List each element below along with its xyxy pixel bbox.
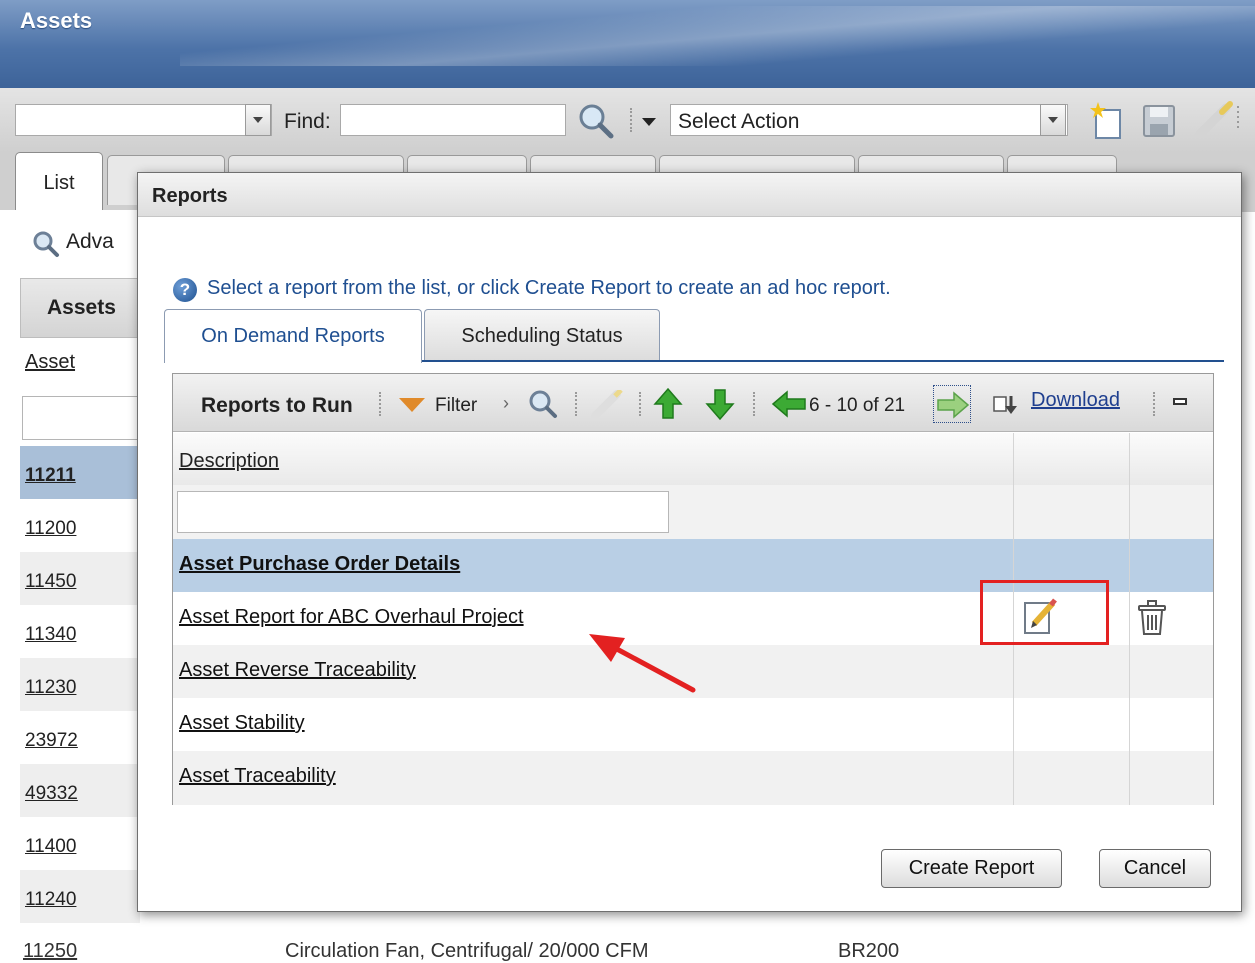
asset-row[interactable]: 11230 (20, 658, 140, 711)
asset-id[interactable]: 11211 (25, 465, 76, 486)
separator (630, 108, 632, 132)
separator (1153, 392, 1155, 416)
report-row[interactable]: Asset Traceability (173, 751, 1213, 805)
download-icon[interactable] (993, 394, 1019, 416)
cancel-button[interactable]: Cancel (1099, 849, 1211, 888)
assets-section-header: Assets (20, 278, 140, 338)
main-toolbar: Find: Select Action (0, 88, 1255, 152)
tab-underline (422, 360, 1224, 362)
report-link[interactable]: Asset Reverse Traceability (179, 659, 416, 682)
asset-row[interactable]: 11450 (20, 552, 140, 605)
asset-id[interactable]: 11340 (25, 624, 76, 645)
paging-info: 6 - 10 of 21 (809, 395, 906, 416)
tab-list[interactable]: List (15, 152, 103, 210)
move-up-icon[interactable] (653, 387, 683, 421)
grid-toolbar: Reports to Run Filter › 6 - 10 of 21 Dow… (173, 374, 1213, 432)
asset-row[interactable]: 11200 (20, 499, 140, 552)
new-record-icon[interactable] (1086, 100, 1128, 142)
asset-id[interactable]: 49332 (25, 783, 78, 804)
annotation-highlight-box (980, 580, 1109, 645)
move-down-icon[interactable] (705, 387, 735, 421)
find-label: Find: (284, 110, 331, 133)
separator (379, 392, 381, 416)
asset-row[interactable]: 49332 (20, 764, 140, 817)
dialog-title: Reports (138, 173, 1241, 217)
app-title: Assets (20, 8, 93, 33)
asset-description: Circulation Fan, Centrifugal/ 20/000 CFM (285, 940, 649, 962)
asset-id[interactable]: 11230 (25, 677, 76, 698)
report-link[interactable]: Asset Traceability (179, 765, 336, 788)
info-message: Select a report from the list, or click … (207, 277, 891, 299)
description-filter-input[interactable] (177, 491, 669, 533)
report-row[interactable]: Asset Stability (173, 698, 1213, 751)
asset-id[interactable]: 11250 (23, 940, 77, 963)
column-description[interactable]: Description (179, 450, 279, 473)
advanced-search-icon[interactable] (31, 229, 61, 259)
next-page-icon[interactable] (936, 391, 970, 419)
delete-report-icon[interactable] (1133, 598, 1173, 640)
column-divider (1129, 433, 1130, 805)
previous-page-icon[interactable] (771, 390, 807, 418)
search-icon[interactable] (527, 388, 559, 420)
filter-button[interactable]: Filter (435, 395, 477, 417)
clear-icon[interactable] (1192, 100, 1242, 140)
chevron-right-icon[interactable]: › (503, 393, 509, 414)
next-page-button[interactable] (933, 385, 971, 423)
tab-scheduling-status[interactable]: Scheduling Status (424, 309, 660, 361)
asset-row[interactable]: 11400 (20, 817, 140, 870)
separator (753, 392, 755, 416)
report-link[interactable]: Asset Report for ABC Overhaul Project (179, 606, 524, 629)
asset-id[interactable]: 11240 (25, 889, 76, 910)
create-report-button[interactable]: Create Report (881, 849, 1062, 888)
annotation-arrow-icon (589, 634, 696, 693)
asset-row-partial[interactable]: 11250 Circulation Fan, Centrifugal/ 20/0… (20, 928, 1255, 962)
asset-id[interactable]: 23972 (25, 730, 78, 751)
advanced-search-link[interactable]: Adva (66, 230, 114, 254)
view-select-dropdown-button[interactable] (245, 104, 271, 136)
reports-dialog: Reports ? Select a report from the list,… (137, 172, 1242, 912)
asset-code: BR200 (838, 940, 900, 962)
tab-on-demand-reports[interactable]: On Demand Reports (164, 309, 422, 363)
asset-row[interactable]: 11240 (20, 870, 140, 923)
minimize-icon[interactable] (1173, 398, 1187, 405)
app-header (0, 0, 1255, 88)
separator (575, 392, 577, 416)
search-options-icon[interactable] (642, 118, 656, 126)
filter-icon[interactable] (399, 398, 425, 412)
clear-filter-icon (591, 390, 623, 420)
select-action-dropdown-button[interactable] (1040, 104, 1066, 136)
separator (639, 392, 641, 416)
view-select[interactable] (15, 104, 272, 136)
asset-id[interactable]: 11400 (25, 836, 76, 857)
find-input[interactable] (340, 104, 566, 136)
asset-row[interactable]: 11211 (20, 446, 140, 499)
asset-row[interactable]: 23972 (20, 711, 140, 764)
asset-id[interactable]: 11200 (25, 518, 76, 539)
asset-filter-input[interactable] (22, 396, 140, 440)
asset-id[interactable]: 11450 (25, 571, 76, 592)
save-icon[interactable] (1140, 102, 1178, 140)
help-icon: ? (173, 278, 197, 302)
download-link[interactable]: Download (1031, 389, 1120, 412)
select-action-label: Select Action (678, 110, 800, 133)
column-header-row (173, 433, 1213, 485)
grid-title: Reports to Run (201, 394, 353, 417)
asset-row[interactable]: 11340 (20, 605, 140, 658)
report-link[interactable]: Asset Purchase Order Details (179, 553, 460, 576)
asset-column-header[interactable]: Asset (25, 351, 75, 374)
report-link[interactable]: Asset Stability (179, 712, 305, 735)
search-icon[interactable] (576, 102, 616, 140)
